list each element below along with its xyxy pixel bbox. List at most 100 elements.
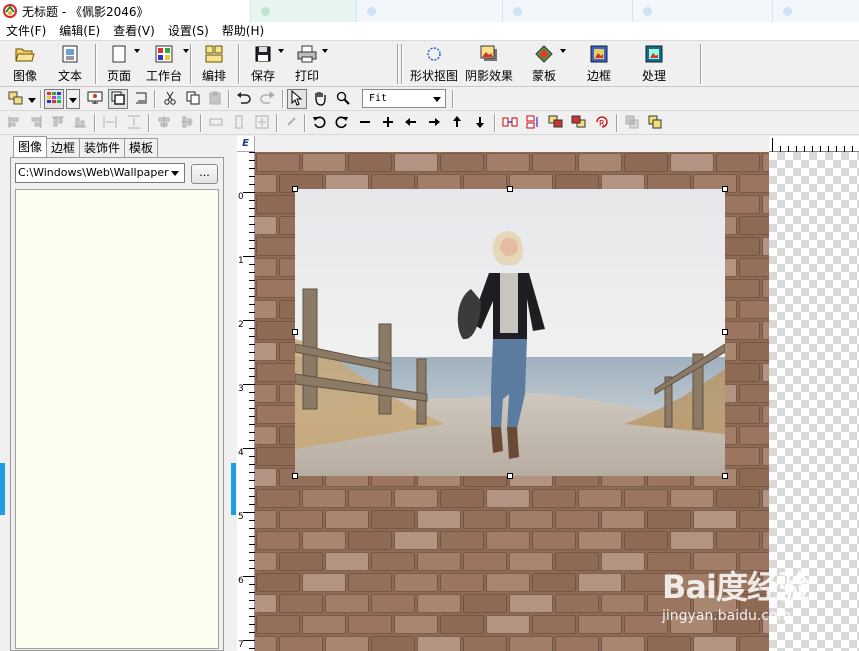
bring-front-button[interactable] (546, 113, 566, 133)
align-top-button[interactable] (48, 113, 68, 133)
page-button[interactable]: 页面 (104, 43, 140, 85)
floppy-disk-icon (252, 43, 274, 65)
distribute-v-button[interactable] (124, 113, 144, 133)
reset-button[interactable]: R (592, 113, 612, 133)
folder-path-select[interactable]: C:\Windows\Web\Wallpaper (15, 163, 185, 183)
toolbar-separator (276, 114, 278, 132)
same-size-button[interactable] (252, 113, 272, 133)
ruler-unit-corner[interactable]: E (237, 136, 255, 152)
select-objects-button[interactable] (6, 89, 26, 109)
pointer-tool-button[interactable] (287, 89, 307, 109)
resize-handle-se[interactable] (722, 473, 728, 479)
move-left-button[interactable] (401, 113, 421, 133)
menu-settings[interactable]: 设置(S) (162, 22, 216, 41)
toolbar-separator (154, 90, 156, 108)
same-height-button[interactable] (229, 113, 249, 133)
resize-handle-sw[interactable] (292, 473, 298, 479)
hand-tool-button[interactable] (310, 89, 330, 109)
tab-image[interactable]: 图像 (13, 136, 48, 157)
toolbar-separator (40, 90, 42, 108)
menu-edit[interactable]: 编辑(E) (53, 22, 107, 41)
objects-dropdown[interactable] (26, 89, 38, 109)
rotate-right-button[interactable] (332, 113, 352, 133)
move-right-button[interactable] (424, 113, 444, 133)
distribute-horizontal-icon (103, 115, 117, 132)
tab-template[interactable]: 模板 (124, 138, 159, 157)
redo-button[interactable] (257, 89, 277, 109)
resize-handle-nw[interactable] (292, 186, 298, 192)
align-bottom-button[interactable] (70, 113, 90, 133)
left-collapse-handle[interactable] (0, 463, 5, 515)
browse-folder-button[interactable]: ... (191, 164, 218, 184)
align-right-button[interactable] (26, 113, 46, 133)
resize-handle-ne[interactable] (722, 186, 728, 192)
shape-cutout-button[interactable]: 形状抠图 (408, 43, 460, 85)
menu-view[interactable]: 查看(V) (107, 22, 162, 41)
ruler-label: 6 (238, 576, 244, 586)
menu-file[interactable]: 文件(F) (0, 22, 53, 41)
zoom-tool-button[interactable] (333, 89, 353, 109)
same-width-button[interactable] (206, 113, 226, 133)
process-button[interactable]: 处理 (638, 43, 670, 85)
text-button[interactable]: 文本 (55, 43, 85, 85)
send-back-button[interactable] (569, 113, 589, 133)
move-up-button[interactable] (447, 113, 467, 133)
mask-button[interactable]: 蒙板 (528, 43, 566, 85)
zoom-out-button[interactable] (355, 113, 375, 133)
zoom-in-button[interactable] (378, 113, 398, 133)
cut-button[interactable] (160, 89, 180, 109)
resize-handle-e[interactable] (722, 329, 728, 335)
arrow-up-icon (450, 115, 464, 132)
flip-v-button[interactable] (523, 113, 543, 133)
undo-button[interactable] (234, 89, 254, 109)
overlap-squares-icon (111, 91, 125, 108)
grid-toggle-button[interactable] (44, 89, 64, 109)
toolbar-separator (238, 44, 240, 84)
rotate-left-button[interactable] (309, 113, 329, 133)
shadow-effect-button[interactable]: 阴影效果 (463, 43, 515, 85)
move-down-button[interactable] (470, 113, 490, 133)
main-toolbar: 图像 文本 页面 工作台 编排 保存 打印 形状抠图 阴影效果 蒙板 边框 处理 (0, 41, 859, 87)
arrange-button[interactable]: 编排 (199, 43, 229, 85)
ungroup-button[interactable] (645, 113, 665, 133)
print-button[interactable]: 打印 (292, 43, 328, 85)
align-left-button[interactable] (4, 113, 24, 133)
align-top-icon (51, 115, 65, 132)
center-h-button[interactable] (154, 113, 174, 133)
zoom-select[interactable]: Fit (362, 89, 446, 108)
toolbar-separator (94, 114, 96, 132)
layers-toggle-button[interactable] (108, 89, 128, 109)
tab-frame[interactable]: 边框 (46, 138, 81, 157)
hand-icon (312, 90, 328, 109)
paste-button[interactable] (205, 89, 225, 109)
grid-dropdown[interactable] (66, 89, 80, 109)
center-v-button[interactable] (177, 113, 197, 133)
flip-h-button[interactable] (500, 113, 520, 133)
distribute-h-button[interactable] (100, 113, 120, 133)
tab-decoration[interactable]: 装饰件 (79, 138, 126, 157)
link-button[interactable] (282, 113, 302, 133)
resize-handle-n[interactable] (507, 186, 513, 192)
reset-r-icon: R (594, 115, 610, 132)
frame-button[interactable]: 边框 (583, 43, 615, 85)
same-height-icon (232, 115, 246, 132)
copy-button[interactable] (183, 89, 203, 109)
panel-splitter-handle[interactable] (231, 463, 236, 515)
image-button[interactable]: 图像 (10, 43, 40, 85)
workbench-button[interactable]: 工作台 (145, 43, 189, 85)
ruler-label: 1 (238, 256, 244, 266)
crop-button[interactable] (131, 89, 151, 109)
preview-button[interactable] (85, 89, 105, 109)
menu-help[interactable]: 帮助(H) (216, 22, 271, 41)
resize-handle-s[interactable] (507, 473, 513, 479)
save-button[interactable]: 保存 (248, 43, 284, 85)
printer-icon (296, 43, 318, 65)
thumbnail-list[interactable] (15, 189, 219, 649)
menu-bar: 文件(F) 编辑(E) 查看(V) 设置(S) 帮助(H) (0, 22, 859, 41)
design-canvas[interactable] (255, 152, 859, 651)
resize-handle-w[interactable] (292, 329, 298, 335)
app-window: 无标题 - 《佩影2046》 文件(F) 编辑(E) 查看(V) 设置(S) 帮… (0, 0, 859, 651)
group-button[interactable] (622, 113, 642, 133)
photo-woman-walking[interactable] (295, 189, 725, 476)
flip-vertical-icon (525, 115, 541, 132)
